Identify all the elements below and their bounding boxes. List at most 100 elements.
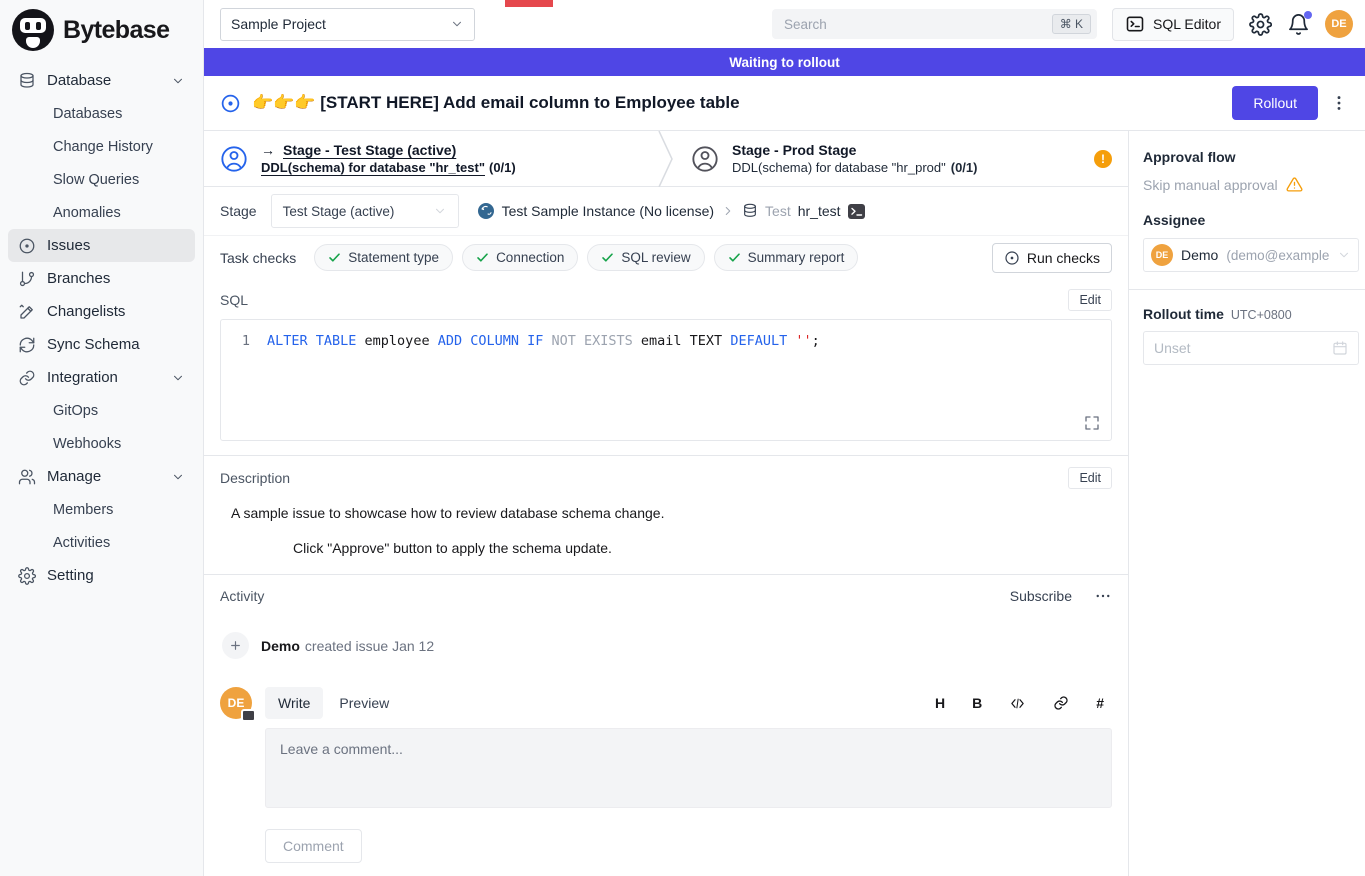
environment-label: Test — [765, 203, 791, 219]
stage-title: Stage - Test Stage (active) — [283, 142, 456, 158]
project-selector-value: Sample Project — [231, 16, 326, 32]
gear-icon — [18, 567, 36, 585]
tab-write[interactable]: Write — [265, 687, 323, 719]
chevron-down-icon — [450, 17, 464, 31]
sidebar-item-activities[interactable]: Activities — [8, 526, 195, 559]
check-connection[interactable]: Connection — [462, 244, 578, 271]
rollout-time-placeholder: Unset — [1154, 340, 1191, 356]
stage-card-prod[interactable]: Stage - Prod Stage DDL(schema) for datab… — [675, 131, 1128, 186]
panel-divider — [1129, 289, 1365, 290]
pencil-ruler-icon — [18, 303, 36, 321]
task-checks-label: Task checks — [220, 250, 296, 266]
issue-main-column: → Stage - Test Stage (active) DDL(schema)… — [204, 131, 1128, 876]
settings-button[interactable] — [1249, 13, 1272, 36]
description-label: Description — [220, 470, 290, 486]
search-input[interactable] — [784, 17, 1052, 32]
sidebar-item-setting[interactable]: Setting — [8, 559, 195, 592]
status-banner: Waiting to rollout — [204, 48, 1365, 76]
sidebar-item-webhooks[interactable]: Webhooks — [8, 427, 195, 460]
stage-card-test[interactable]: → Stage - Test Stage (active) DDL(schema)… — [204, 131, 657, 186]
issue-side-panel: Approval flow Skip manual approval Assig… — [1128, 131, 1365, 876]
git-branch-icon — [18, 270, 36, 288]
comment-input[interactable] — [265, 728, 1112, 808]
kebab-menu-icon[interactable] — [1329, 93, 1349, 113]
calendar-icon — [1332, 340, 1348, 356]
ellipsis-menu-icon[interactable] — [1094, 587, 1112, 605]
subscribe-button[interactable]: Subscribe — [1010, 588, 1072, 604]
person-circle-icon — [220, 145, 248, 173]
sidebar-item-sync-schema[interactable]: Sync Schema — [8, 328, 195, 361]
check-statement-type[interactable]: Statement type — [314, 244, 453, 271]
chevron-down-icon — [171, 470, 185, 484]
check-sql-review[interactable]: SQL review — [587, 244, 704, 271]
sidebar-item-integration[interactable]: Integration — [8, 361, 195, 394]
instance-link[interactable]: Test Sample Instance (No license) — [502, 203, 714, 219]
assignee-name: Demo — [1181, 247, 1218, 263]
active-stage-arrow: → — [261, 142, 275, 158]
open-sql-editor-icon[interactable] — [848, 204, 865, 219]
check-icon — [728, 251, 741, 264]
notifications-button[interactable] — [1287, 13, 1310, 36]
database-link[interactable]: hr_test — [798, 203, 841, 219]
sql-editor[interactable]: 1ALTER TABLE employee ADD COLUMN IF NOT … — [220, 319, 1112, 441]
brand-name: Bytebase — [63, 16, 169, 45]
issue-header: 👉👉👉 [START HERE] Add email column to Emp… — [204, 76, 1365, 131]
sidebar-item-gitops[interactable]: GitOps — [8, 394, 195, 427]
sidebar-item-slow-queries[interactable]: Slow Queries — [8, 163, 195, 196]
sidebar-item-databases[interactable]: Databases — [8, 97, 195, 130]
user-avatar[interactable]: DE — [1325, 10, 1353, 38]
bold-format-button[interactable]: B — [972, 695, 982, 711]
sidebar-item-manage[interactable]: Manage — [8, 460, 195, 493]
description-edit-button[interactable]: Edit — [1068, 467, 1112, 489]
sidebar-item-members[interactable]: Members — [8, 493, 195, 526]
sidebar-item-anomalies[interactable]: Anomalies — [8, 196, 195, 229]
rollout-button[interactable]: Rollout — [1232, 86, 1318, 120]
stage-dropdown-value: Test Stage (active) — [283, 204, 395, 219]
recording-indicator-strip — [505, 0, 553, 7]
notification-dot — [1304, 11, 1312, 19]
stage-task: DDL(schema) for database "hr_test" — [261, 160, 485, 175]
sidebar-item-branches[interactable]: Branches — [8, 262, 195, 295]
expand-editor-icon[interactable] — [1084, 415, 1100, 431]
chevron-down-icon — [171, 74, 185, 88]
issue-title: 👉👉👉 [START HERE] Add email column to Emp… — [252, 93, 740, 113]
sidebar-item-issues[interactable]: Issues — [8, 229, 195, 262]
comment-toolbar: Write Preview H B — [265, 687, 1112, 719]
search-box[interactable]: ⌘ K — [772, 9, 1097, 39]
search-shortcut-badge: ⌘ K — [1052, 14, 1091, 34]
tab-preview[interactable]: Preview — [326, 687, 402, 719]
assignee-select[interactable]: DE Demo (demo@example — [1143, 238, 1359, 272]
sidebar-item-change-history[interactable]: Change History — [8, 130, 195, 163]
comment-avatar: DE — [220, 687, 252, 719]
activity-label: Activity — [220, 588, 264, 604]
brand-logo[interactable]: Bytebase — [0, 0, 203, 60]
activity-section: Activity Subscribe Democreated issue Jan… — [204, 574, 1128, 876]
description-section: Description Edit A sample issue to showc… — [204, 455, 1128, 574]
activity-action: created issue Jan 12 — [305, 638, 434, 654]
hash-format-button[interactable]: # — [1096, 695, 1104, 711]
chevron-down-icon — [171, 371, 185, 385]
sql-editor-button[interactable]: SQL Editor — [1112, 8, 1234, 41]
approval-flow-title: Approval flow — [1143, 149, 1359, 165]
link-format-button[interactable] — [1053, 695, 1069, 711]
sql-edit-button[interactable]: Edit — [1068, 289, 1112, 311]
attention-badge: ! — [1094, 150, 1112, 168]
assignee-title: Assignee — [1143, 212, 1359, 228]
users-icon — [18, 468, 36, 486]
code-format-button[interactable] — [1009, 696, 1026, 711]
run-checks-button[interactable]: Run checks — [992, 243, 1112, 273]
postgres-icon — [477, 202, 495, 220]
check-icon — [328, 251, 341, 264]
check-summary-report[interactable]: Summary report — [714, 244, 859, 271]
heading-format-button[interactable]: H — [935, 695, 945, 711]
stage-pipeline: → Stage - Test Stage (active) DDL(schema)… — [204, 131, 1128, 187]
comment-editor: DE Write Preview H B — [220, 687, 1112, 863]
sidebar-item-database[interactable]: Database — [8, 64, 195, 97]
comment-submit-button[interactable]: Comment — [265, 829, 362, 863]
sidebar-item-changelists[interactable]: Changelists — [8, 295, 195, 328]
stage-dropdown[interactable]: Test Stage (active) — [271, 194, 459, 228]
project-selector[interactable]: Sample Project — [220, 8, 475, 41]
link-icon — [18, 369, 36, 387]
rollout-time-input[interactable]: Unset — [1143, 331, 1359, 365]
refresh-icon — [18, 336, 36, 354]
